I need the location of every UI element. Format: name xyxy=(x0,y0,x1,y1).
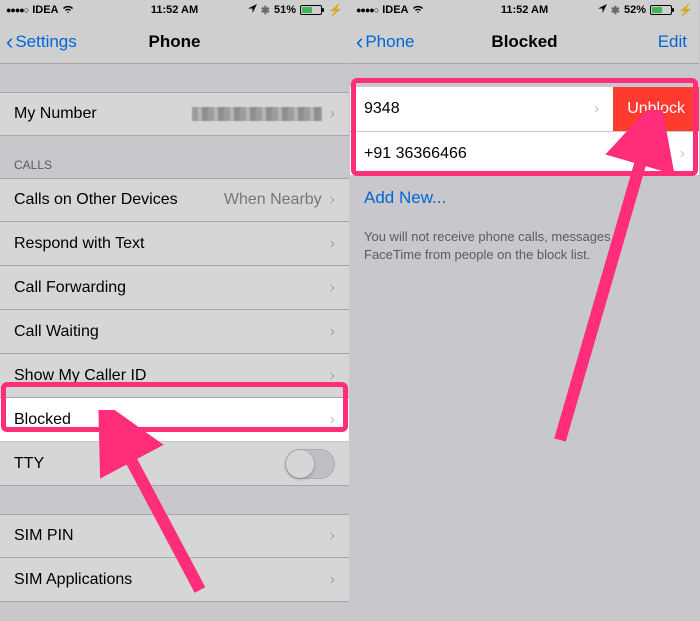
back-label: Settings xyxy=(15,32,76,52)
chevron-left-icon: ‹ xyxy=(6,31,13,53)
status-bar: ●●●●○ IDEA 11:52 AM ✱ 51% ⚡ xyxy=(0,0,349,20)
calls-section-header: CALLS xyxy=(0,136,349,178)
tty-toggle[interactable] xyxy=(285,449,335,479)
sim-applications-row[interactable]: SIM Applications › xyxy=(0,558,349,602)
chevron-right-icon: › xyxy=(330,527,335,545)
back-button[interactable]: ‹ Phone xyxy=(356,20,415,63)
status-bar: ●●●●○ IDEA 11:52 AM ✱ 52% ⚡ xyxy=(350,0,699,20)
chevron-right-icon: › xyxy=(680,145,685,163)
page-title: Blocked xyxy=(491,32,557,52)
chevron-right-icon: › xyxy=(594,100,599,118)
chevron-right-icon: › xyxy=(330,279,335,297)
chevron-right-icon: › xyxy=(330,235,335,253)
show-my-caller-id-row[interactable]: Show My Caller ID › xyxy=(0,354,349,398)
blocked-footer-text: You will not receive phone calls, messag… xyxy=(350,222,699,270)
edit-button[interactable]: Edit xyxy=(658,20,687,63)
my-number-value xyxy=(192,107,322,121)
calls-other-devices-value: When Nearby xyxy=(224,191,322,209)
blocked-entry-row[interactable]: 9348 › Unblock xyxy=(350,86,699,132)
clock: 11:52 AM xyxy=(0,4,349,16)
call-forwarding-row[interactable]: Call Forwarding › xyxy=(0,266,349,310)
page-title: Phone xyxy=(149,32,201,52)
chevron-right-icon: › xyxy=(330,191,335,209)
blocked-number: 9348 xyxy=(364,100,400,118)
right-pane: ●●●●○ IDEA 11:52 AM ✱ 52% ⚡ ‹ Phone Bloc… xyxy=(350,0,700,621)
clock: 11:52 AM xyxy=(350,4,699,16)
left-pane: ●●●●○ IDEA 11:52 AM ✱ 51% ⚡ ‹ Settings P… xyxy=(0,0,350,621)
my-number-label: My Number xyxy=(14,105,97,123)
back-button[interactable]: ‹ Settings xyxy=(6,20,77,63)
blocked-entry-row[interactable]: +91 36366466 › xyxy=(350,132,699,176)
chevron-right-icon: › xyxy=(330,411,335,429)
my-number-row[interactable]: My Number › xyxy=(0,92,349,136)
sim-pin-row[interactable]: SIM PIN › xyxy=(0,514,349,558)
add-new-button[interactable]: Add New... xyxy=(350,176,699,222)
chevron-left-icon: ‹ xyxy=(356,31,363,53)
bluetooth-icon: ✱ xyxy=(261,4,270,17)
calls-on-other-devices-row[interactable]: Calls on Other Devices When Nearby › xyxy=(0,178,349,222)
chevron-right-icon: › xyxy=(330,571,335,589)
call-waiting-row[interactable]: Call Waiting › xyxy=(0,310,349,354)
battery-icon xyxy=(650,5,672,15)
unblock-button[interactable]: Unblock xyxy=(613,87,699,131)
blocked-number: +91 36366466 xyxy=(364,145,467,163)
navigation-bar: ‹ Settings Phone xyxy=(0,20,349,64)
bluetooth-icon: ✱ xyxy=(611,4,620,17)
chevron-right-icon: › xyxy=(330,323,335,341)
blocked-row[interactable]: Blocked › xyxy=(0,398,349,442)
chevron-right-icon: › xyxy=(330,367,335,385)
navigation-bar: ‹ Phone Blocked Edit xyxy=(350,20,699,64)
chevron-right-icon: › xyxy=(330,105,335,123)
battery-icon xyxy=(300,5,322,15)
respond-with-text-row[interactable]: Respond with Text › xyxy=(0,222,349,266)
tty-row[interactable]: TTY xyxy=(0,442,349,486)
back-label: Phone xyxy=(365,32,414,52)
